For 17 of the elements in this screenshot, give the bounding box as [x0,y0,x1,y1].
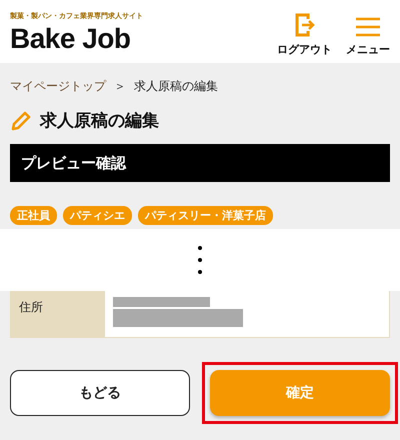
breadcrumb-current: 求人原稿の編集 [134,78,218,95]
pencil-icon [10,110,32,132]
detail-label: 住所 [11,291,105,337]
page-title: 求人原稿の編集 [40,110,159,132]
site-logo[interactable]: Bake Job [10,24,143,52]
logout-icon [294,12,316,38]
menu-button[interactable]: メニュー [346,16,390,57]
breadcrumb-separator: ＞ [114,78,126,95]
job-tag: パティスリー・洋菓子店 [138,206,273,225]
breadcrumb-link[interactable]: マイページトップ [10,78,106,95]
ellipsis-icon [198,246,202,274]
section-header: プレビュー確認 [10,144,390,182]
menu-icon [356,16,380,38]
logout-button[interactable]: ログアウト [277,12,332,57]
job-tag: パティシエ [63,206,132,225]
back-button[interactable]: もどる [10,370,190,416]
job-tag: 正社員 [10,206,57,225]
